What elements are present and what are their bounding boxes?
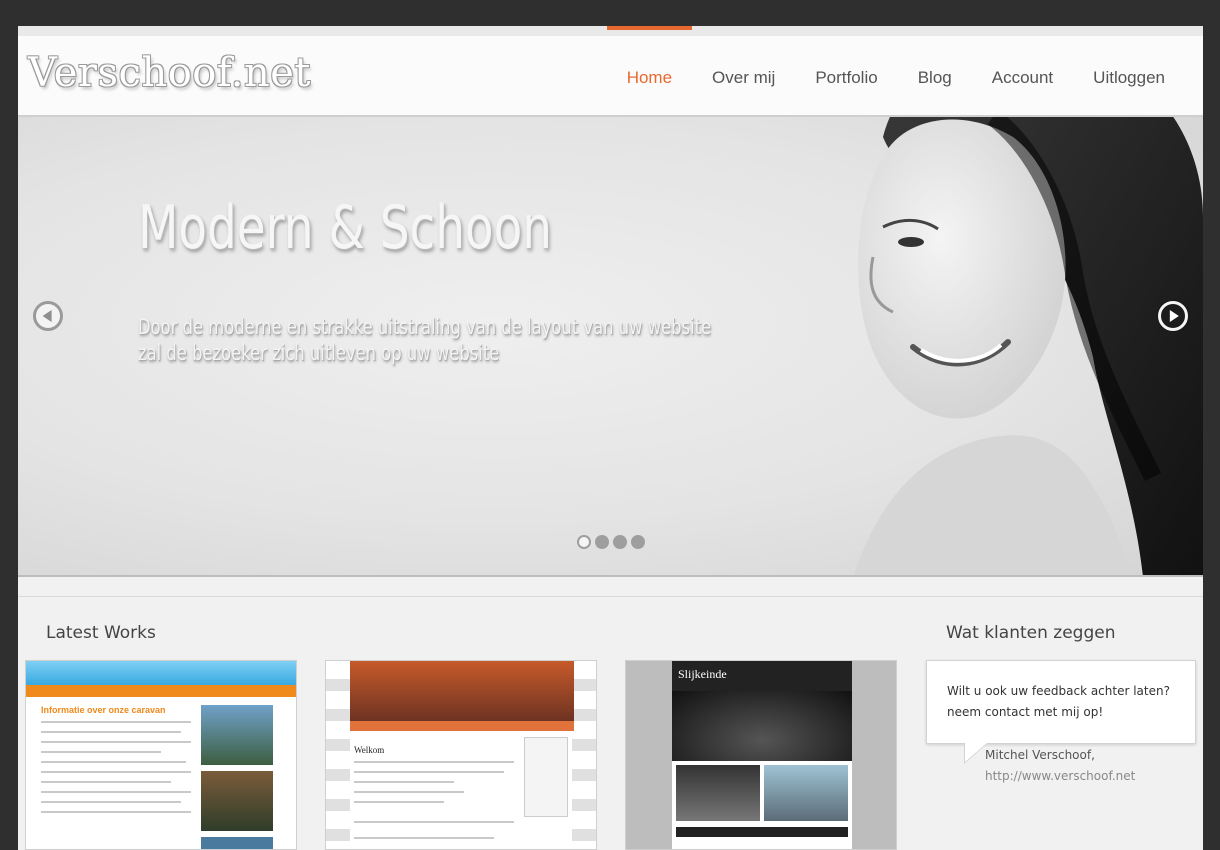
thumb-sidebar-box [524,737,568,817]
thumb-heading: Informatie over onze caravan [41,705,166,715]
testimonial-url-link[interactable]: http://www.verschoof.net [985,769,1135,783]
slide-title: Modern & Schoon [138,193,552,263]
thumb-photo [201,837,273,849]
testimonial-author: Mitchel Verschoof, [985,748,1095,762]
thumb-text-line [354,837,494,839]
thumb-text-line [41,751,161,753]
thumb-text-line [354,781,454,783]
thumb-heading: Welkom [354,745,385,755]
thumb-nav-bar [350,721,574,731]
thumb-photo [201,705,273,765]
page: Verschoof.net Home Over mij Portfolio Bl… [18,26,1203,850]
thumb-photo [201,771,273,831]
nav-item-home[interactable]: Home [606,26,693,117]
nav-item-uitloggen[interactable]: Uitloggen [1073,36,1185,117]
thumb-side-pattern [572,661,596,849]
portfolio-thumb-caravan[interactable]: Informatie over onze caravan [25,660,297,850]
thumb-text-line [354,791,464,793]
portfolio-thumb-welkom[interactable]: Welkom [325,660,597,850]
thumb-header-bar [26,661,296,685]
hero-slider: Modern & Schoon Door de moderne en strak… [18,117,1203,577]
thumb-text-line [41,811,191,813]
site-header: Verschoof.net Home Over mij Portfolio Bl… [18,26,1203,117]
thumb-text-line [41,721,191,723]
section-divider [18,596,1203,597]
thumb-photo [764,765,848,821]
car-photo [672,691,852,761]
portfolio-thumb-slijkeinde[interactable]: Slijkeinde [625,660,897,850]
main-nav: Home Over mij Portfolio Blog Account Uit… [606,26,1185,117]
woman-portrait-image [853,117,1203,575]
thumb-text-line [41,781,171,783]
slider-dot-1[interactable] [577,535,591,549]
testimonials-title: Wat klanten zeggen [946,623,1116,643]
slider-pagination [577,535,645,549]
latest-works-title: Latest Works [46,623,156,643]
slider-dot-4[interactable] [631,535,645,549]
thumb-text-line [41,741,191,743]
nav-item-over-mij[interactable]: Over mij [692,36,795,117]
thumb-photo [676,765,760,821]
thumb-text-line [41,731,181,733]
slider-dot-3[interactable] [613,535,627,549]
thumb-text-line [354,801,444,803]
site-logo[interactable]: Verschoof.net [28,50,311,96]
thumb-nav-bar [26,685,296,697]
slider-dot-2[interactable] [595,535,609,549]
thumb-text-line [41,771,191,773]
chevron-right-icon[interactable] [1158,301,1188,331]
thumb-side-pattern [326,661,350,849]
thumb-text-line [354,761,514,763]
thumb-text-line [354,771,504,773]
testimonial-quote: Wilt u ook uw feedback achter laten? nee… [926,660,1196,764]
thumb-text-line [41,791,191,793]
nav-item-blog[interactable]: Blog [898,36,972,117]
nav-item-account[interactable]: Account [972,36,1073,117]
chevron-left-icon[interactable] [33,301,63,331]
thumb-photo [350,661,574,721]
thumb-heading: Slijkeinde [678,667,727,681]
thumb-text-line [41,801,181,803]
thumb-text-line [354,821,514,823]
nav-item-portfolio[interactable]: Portfolio [795,36,897,117]
thumb-nav-bar [676,827,848,837]
thumb-text-line [41,761,186,763]
slide-text: Door de moderne en strakke uitstraling v… [138,315,712,365]
